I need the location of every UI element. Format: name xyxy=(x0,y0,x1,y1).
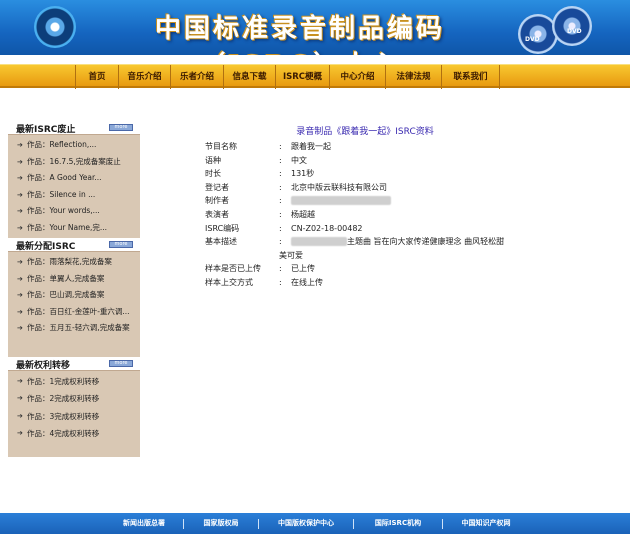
footer-link-ccpc[interactable]: 中国版权保护中心 xyxy=(259,513,353,534)
arrow-right-icon: ➔ xyxy=(17,429,23,437)
arrow-right-icon: ➔ xyxy=(17,376,23,385)
main-nav: 首页 音乐介绍 乐者介绍 信息下载 ISRC梗概 中心介绍 法律法规 联系我们 xyxy=(0,64,630,89)
field-label: 制作者 xyxy=(205,196,229,206)
arrow-right-icon: ➔ xyxy=(17,141,23,149)
cd-disc-icon xyxy=(34,6,76,48)
footer-link-ncac[interactable]: 国家版权局 xyxy=(184,513,258,534)
field-colon: : xyxy=(279,223,282,233)
field-colon: : xyxy=(279,142,282,151)
field-label: 登记者 xyxy=(205,182,229,192)
list-latest-assigned: ➔ 作品：雨落梨花,完成备案 ➔ 作品：单翼人,完成备案 ➔ 作品：巴山调,完成备案 … xyxy=(8,252,140,339)
list-item[interactable]: ➔ 作品：4完成权利转移 xyxy=(8,425,140,443)
arrow-right-icon: ➔ xyxy=(17,324,23,332)
list-item[interactable]: ➔ 作品：巴山调,完成备案 xyxy=(8,287,140,304)
arrow-right-icon: ➔ xyxy=(17,157,23,166)
list-item[interactable]: ➔ 作品：Silence in ... xyxy=(8,187,140,204)
dvd-disc-icon xyxy=(552,6,592,46)
field-colon: : xyxy=(279,237,282,247)
field-label: 表演者 xyxy=(205,209,229,219)
field-colon: : xyxy=(279,182,282,192)
field-colon: : xyxy=(279,277,282,287)
nav-music-intro[interactable]: 音乐介绍 xyxy=(119,65,171,89)
list-item[interactable]: ➔ 作品：Your words,... xyxy=(8,203,140,220)
field-label: 样本是否已上传 xyxy=(205,264,261,274)
section-header: 最新分配ISRC more xyxy=(8,238,140,252)
arrow-right-icon: ➔ xyxy=(17,174,23,182)
page-title: 录音制品《跟着我一起》ISRC资料 xyxy=(296,127,434,137)
more-button[interactable]: more xyxy=(109,241,133,248)
nav-musician-intro[interactable]: 乐者介绍 xyxy=(171,65,224,89)
field-value: 跟着我一起 xyxy=(291,142,331,151)
list-item[interactable]: ➔ 作品：百日红-金莲叶-重六调... xyxy=(8,304,140,321)
field-value: 在线上传 xyxy=(291,277,323,287)
list-item[interactable]: ➔ 作品：2完成权利转移 xyxy=(8,390,140,408)
arrow-right-icon: ➔ xyxy=(17,291,23,299)
field-value: 北京中版云联科技有限公司 xyxy=(291,182,387,192)
arrow-right-icon: ➔ xyxy=(17,258,23,266)
redacted-block xyxy=(291,237,347,247)
arrow-right-icon: ➔ xyxy=(17,207,23,215)
nav-laws[interactable]: 法律法规 xyxy=(386,65,442,89)
arrow-right-icon: ➔ xyxy=(17,223,23,232)
field-value: 主题曲 旨在向大家传递健康理念 曲风轻松甜 xyxy=(291,235,504,249)
footer-link-isrc-agency[interactable]: 国际ISRC机构 xyxy=(354,513,442,534)
list-item[interactable]: ➔ 作品：Your Name,完... xyxy=(8,220,140,237)
site-title: 中国标准录音制品编码（ISRC）中心 xyxy=(154,14,445,55)
list-item[interactable]: ➔ 作品：1完成权利转移 xyxy=(8,373,140,391)
field-colon: : xyxy=(279,169,282,179)
more-button[interactable]: more xyxy=(109,124,133,131)
field-colon: : xyxy=(279,155,282,165)
field-value: 已上传 xyxy=(291,264,315,274)
nav-isrc-overview[interactable]: ISRC梗概 xyxy=(276,65,330,89)
field-value-redacted xyxy=(291,194,391,208)
field-label: 时长 xyxy=(205,169,221,179)
section-header: 最新ISRC废止 more xyxy=(8,121,140,135)
field-value: CN-Z02-18-00482 xyxy=(291,223,363,233)
list-item[interactable]: ➔ 作品：单翼人,完成备案 xyxy=(8,271,140,288)
list-item[interactable]: ➔ 作品：16.7.5,完成备案废止 xyxy=(8,154,140,171)
arrow-right-icon: ➔ xyxy=(17,394,23,402)
sidebar: 最新ISRC废止 more ➔ 作品：Reflection,... ➔ 作品：16.… xyxy=(8,121,140,457)
field-value: 中文 xyxy=(291,155,307,165)
footer-link-gapp[interactable]: 新闻出版总署 xyxy=(105,513,183,534)
field-label: ISRC编码 xyxy=(205,223,240,233)
list-latest-revoked: ➔ 作品：Reflection,... ➔ 作品：16.7.5,完成备案废止 ➔ 作品… xyxy=(8,135,140,238)
field-colon: : xyxy=(279,264,282,274)
list-item[interactable]: ➔ 作品：3完成权利转移 xyxy=(8,408,140,426)
arrow-right-icon: ➔ xyxy=(17,307,23,316)
nav-center-intro[interactable]: 中心介绍 xyxy=(330,65,386,89)
field-colon: : xyxy=(279,209,282,219)
list-item[interactable]: ➔ 作品：Reflection,... xyxy=(8,137,140,154)
arrow-right-icon: ➔ xyxy=(17,411,23,420)
section-title: 最新ISRC废止 xyxy=(16,125,76,135)
arrow-right-icon: ➔ xyxy=(17,190,23,199)
more-button[interactable]: more xyxy=(109,359,133,367)
field-label: 基本描述 xyxy=(205,237,237,247)
field-value: 131秒 xyxy=(291,169,315,179)
section-title: 最新分配ISRC xyxy=(16,242,76,252)
site-header: 中国标准录音制品编码（ISRC）中心 DVD DVD xyxy=(0,0,630,55)
arrow-right-icon: ➔ xyxy=(17,274,23,283)
list-rights-transfer: ➔ 作品：1完成权利转移 ➔ 作品：2完成权利转移 ➔ 作品：3完成权利转移 ➔ 作品：… xyxy=(8,371,140,445)
list-item[interactable]: ➔ 作品：五月五-轻六调,完成备案 xyxy=(8,320,140,337)
section-title: 最新权利转移 xyxy=(16,360,71,371)
dvd-label: DVD xyxy=(525,36,540,43)
nav-contact[interactable]: 联系我们 xyxy=(442,65,500,89)
field-value: 杨超越 xyxy=(291,209,315,219)
field-value-continuation: 美可爱 xyxy=(279,250,303,260)
field-label: 样本上交方式 xyxy=(205,277,253,287)
nav-home[interactable]: 首页 xyxy=(75,65,119,89)
field-colon: : xyxy=(279,196,282,206)
dvd-label: DVD xyxy=(567,28,582,35)
field-label: 语种 xyxy=(205,155,221,165)
nav-downloads[interactable]: 信息下载 xyxy=(224,65,276,89)
field-label: 节目名称 xyxy=(205,142,237,151)
site-footer: 新闻出版总署 国家版权局 中国版权保护中心 国际ISRC机构 中国知识产权网 xyxy=(0,513,630,534)
footer-link-ipr[interactable]: 中国知识产权网 xyxy=(443,513,529,534)
list-item[interactable]: ➔ 作品：雨落梨花,完成备案 xyxy=(8,254,140,271)
list-item[interactable]: ➔ 作品：A Good Year... xyxy=(8,170,140,187)
section-header: 最新权利转移 more xyxy=(8,356,140,371)
